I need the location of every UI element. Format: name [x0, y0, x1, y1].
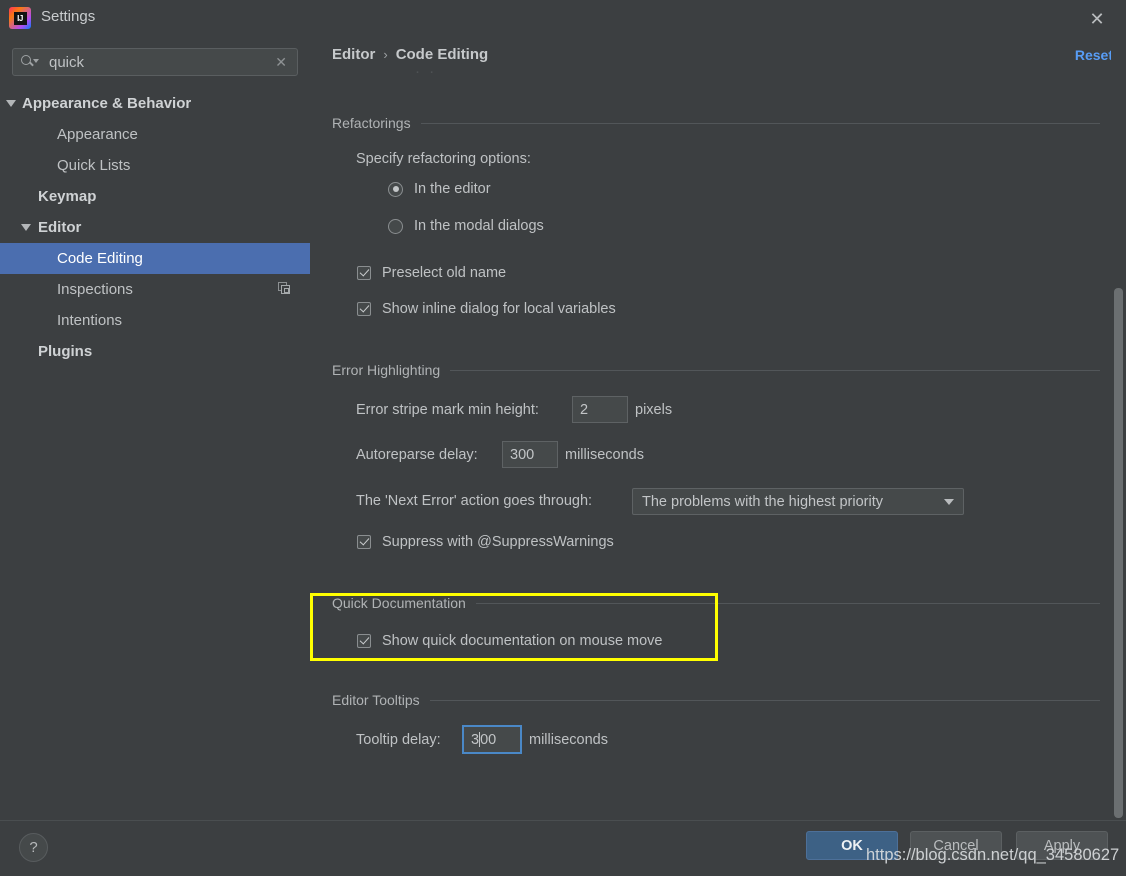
checkbox-label: Suppress with @SuppressWarnings — [382, 534, 614, 550]
sidebar-item-label: Plugins — [38, 343, 92, 360]
sidebar-item-code-editing[interactable]: Code Editing — [0, 243, 310, 274]
section-header-refactorings: Refactorings — [332, 115, 1100, 131]
breadcrumb-root[interactable]: Editor — [332, 46, 375, 63]
chevron-down-icon — [944, 499, 954, 505]
section-title: Editor Tooltips — [332, 692, 420, 708]
ok-button[interactable]: OK — [806, 831, 898, 860]
title-bar: IJ Settings ✕ — [0, 0, 1126, 38]
radio-in-the-editor[interactable]: In the editor — [388, 181, 491, 197]
chevron-down-icon — [21, 224, 31, 231]
autoreparse-unit-label: milliseconds — [565, 447, 644, 463]
chevron-down-icon — [6, 100, 16, 107]
settings-content-panel: Editor › Code Editing . . Reset Refactor… — [310, 38, 1126, 820]
checkbox-show-inline-dialog-for-local-variables[interactable]: Show inline dialog for local variables — [357, 301, 616, 317]
radio-in-the-modal-dialogs[interactable]: In the modal dialogs — [388, 218, 544, 234]
input-value-after-caret: 00 — [480, 732, 496, 748]
sidebar-item-keymap[interactable]: Keymap — [0, 181, 310, 212]
radio-label: In the editor — [414, 181, 491, 197]
copy-icon — [278, 282, 292, 296]
breadcrumb: Editor › Code Editing . . — [332, 46, 488, 63]
sidebar-item-label: Intentions — [57, 312, 122, 329]
radio-icon — [388, 182, 403, 197]
next-error-action-dropdown[interactable]: The problems with the highest priority — [632, 488, 964, 515]
section-title: Refactorings — [332, 115, 411, 131]
section-divider — [421, 123, 1100, 124]
tooltip-delay-label: Tooltip delay: — [356, 732, 441, 748]
sidebar-item-label: Appearance & Behavior — [22, 95, 191, 112]
settings-sidebar: quick ✕ Appearance & Behavior Appearance… — [0, 38, 310, 820]
sidebar-item-quick-lists[interactable]: Quick Lists — [0, 150, 310, 181]
input-value: 300 — [510, 447, 534, 463]
content-scrollbar-track[interactable] — [1111, 38, 1126, 820]
content-scrollbar-thumb[interactable] — [1114, 288, 1123, 818]
breadcrumb-leaf: Code Editing — [396, 46, 489, 63]
checkbox-label: Show inline dialog for local variables — [382, 301, 616, 317]
settings-tree: Appearance & Behavior Appearance Quick L… — [0, 88, 310, 367]
section-header-quick-documentation: Quick Documentation — [332, 595, 1100, 611]
sidebar-item-label: Code Editing — [57, 250, 143, 267]
checkbox-icon — [357, 266, 371, 280]
section-header-editor-tooltips: Editor Tooltips — [332, 692, 1100, 708]
specify-refactoring-options-label: Specify refactoring options: — [356, 151, 531, 167]
sidebar-item-label: Quick Lists — [57, 157, 130, 174]
apply-button[interactable]: Apply — [1016, 831, 1108, 860]
sidebar-item-intentions[interactable]: Intentions — [0, 305, 310, 336]
sidebar-item-label: Inspections — [57, 281, 133, 298]
checkbox-label: Show quick documentation on mouse move — [382, 633, 663, 649]
autoreparse-delay-label: Autoreparse delay: — [356, 447, 478, 463]
checkbox-show-quick-documentation-on-mouse-move[interactable]: Show quick documentation on mouse move — [357, 633, 663, 649]
checkbox-icon — [357, 535, 371, 549]
checkbox-suppress-with-suppresswarnings[interactable]: Suppress with @SuppressWarnings — [357, 534, 614, 550]
reset-link[interactable]: Reset — [1075, 47, 1113, 63]
sidebar-item-appearance[interactable]: Appearance — [0, 119, 310, 150]
section-title: Quick Documentation — [332, 595, 466, 611]
window-title: Settings — [41, 8, 95, 25]
section-title: Error Highlighting — [332, 362, 440, 378]
radio-icon — [388, 219, 403, 234]
error-stripe-unit-label: pixels — [635, 402, 672, 418]
close-icon[interactable]: ✕ — [1082, 5, 1112, 33]
checkbox-icon — [357, 634, 371, 648]
search-clear-icon[interactable]: ✕ — [275, 54, 287, 71]
section-divider — [450, 370, 1100, 371]
sidebar-item-editor[interactable]: Editor — [0, 212, 310, 243]
search-box[interactable]: quick ✕ — [12, 48, 298, 76]
search-icon — [21, 54, 39, 70]
sidebar-item-label: Keymap — [38, 188, 96, 205]
error-stripe-min-height-input[interactable]: 2 — [572, 396, 628, 423]
input-value-before-caret: 3 — [471, 732, 479, 748]
section-divider — [430, 700, 1100, 701]
checkbox-label: Preselect old name — [382, 265, 506, 281]
sidebar-item-plugins[interactable]: Plugins — [0, 336, 310, 367]
breadcrumb-separator-icon: › — [383, 47, 387, 62]
section-header-error-highlighting: Error Highlighting — [332, 362, 1100, 378]
intellij-idea-logo: IJ — [9, 7, 31, 29]
sidebar-item-label: Appearance — [57, 126, 138, 143]
dropdown-value: The problems with the highest priority — [642, 494, 883, 510]
section-divider — [476, 603, 1100, 604]
sidebar-item-inspections[interactable]: Inspections — [0, 274, 310, 305]
breadcrumb-ghost-artifact: . . — [416, 64, 437, 76]
next-error-action-label: The 'Next Error' action goes through: — [356, 493, 592, 509]
tooltip-delay-unit-label: milliseconds — [529, 732, 608, 748]
checkbox-preselect-old-name[interactable]: Preselect old name — [357, 265, 506, 281]
input-value: 2 — [580, 402, 588, 418]
error-stripe-min-height-label: Error stripe mark min height: — [356, 402, 539, 418]
sidebar-item-label: Editor — [38, 219, 81, 236]
help-button[interactable]: ? — [19, 833, 48, 862]
checkbox-icon — [357, 302, 371, 316]
radio-label: In the modal dialogs — [414, 218, 544, 234]
cancel-button[interactable]: Cancel — [910, 831, 1002, 860]
autoreparse-delay-input[interactable]: 300 — [502, 441, 558, 468]
search-input[interactable]: quick — [49, 54, 275, 71]
tooltip-delay-input[interactable]: 3 00 — [462, 725, 522, 754]
settings-dialog: IJ Settings ✕ quick ✕ Appearance & Behav… — [0, 0, 1126, 876]
sidebar-item-appearance-and-behavior[interactable]: Appearance & Behavior — [0, 88, 310, 119]
